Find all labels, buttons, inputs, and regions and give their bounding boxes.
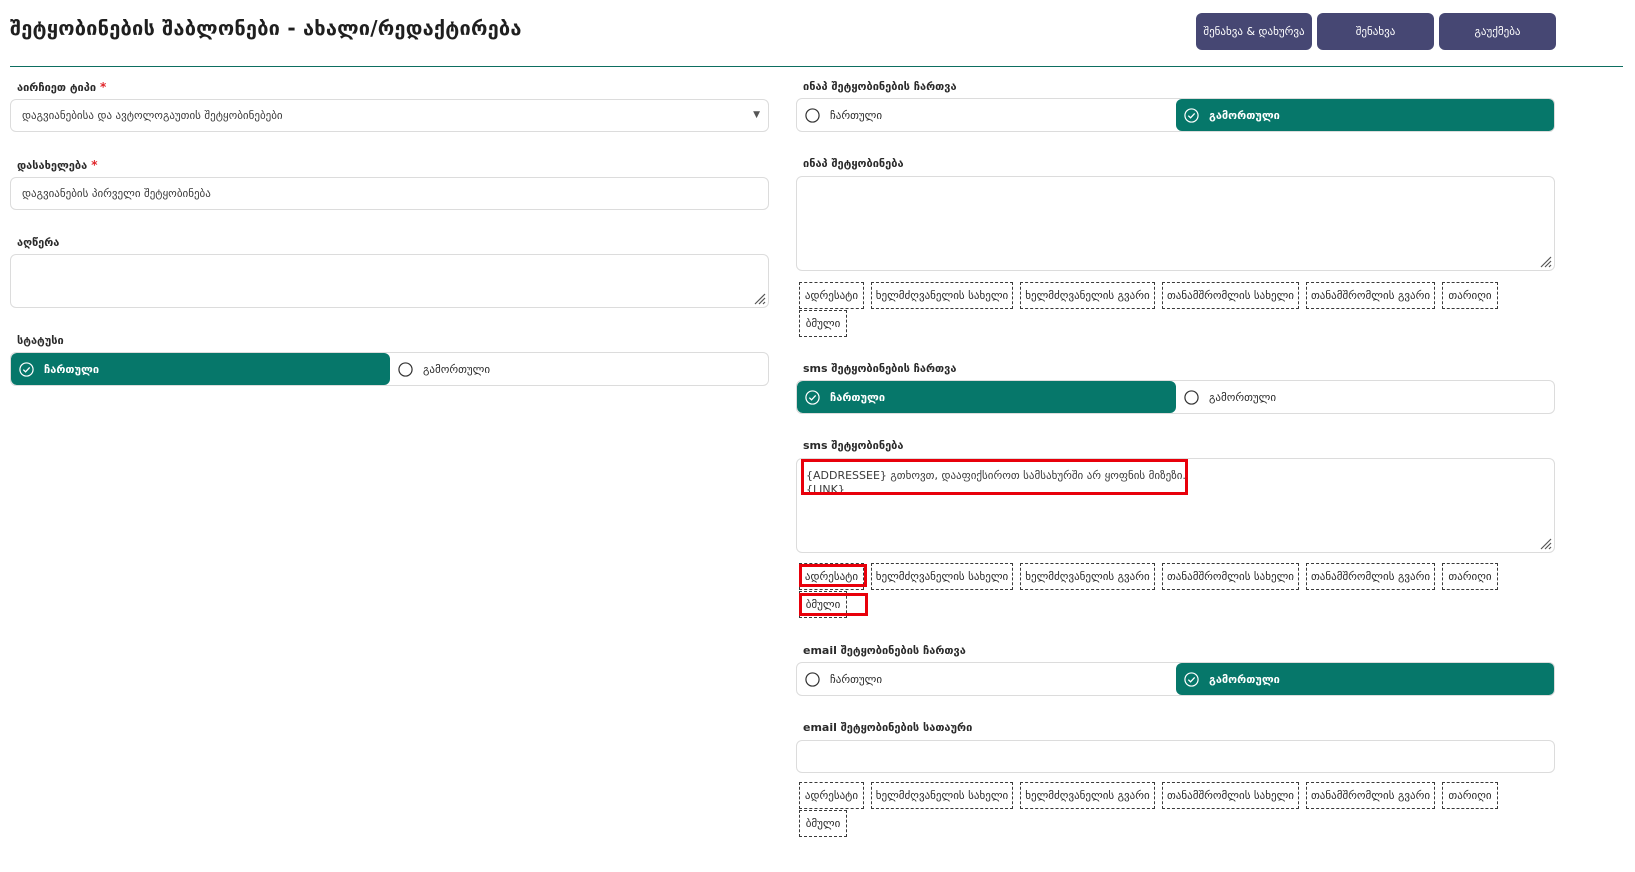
sms-off-label: გამორთული	[1209, 390, 1277, 404]
placeholder-chip-manager-name[interactable]: ხელმძღვანელის სახელი	[871, 782, 1013, 809]
radio-empty-icon	[805, 107, 820, 123]
name-label: დასახელება *	[17, 158, 97, 172]
email-subject-label: email შეტყობინების სათაური	[803, 721, 973, 734]
placeholder-chip-manager-surname[interactable]: ხელმძღვანელის გვარი	[1020, 282, 1155, 309]
name-input[interactable]: დაგვიანების პირველი შეტყობინება	[10, 177, 769, 210]
inapp-message-textarea[interactable]	[796, 176, 1555, 271]
placeholder-chip-link[interactable]: ბმული	[799, 810, 847, 837]
placeholder-chip-date[interactable]: თარიღი	[1442, 782, 1498, 809]
sms-on-option[interactable]: ჩართული	[797, 381, 1176, 413]
required-asterisk: *	[100, 80, 107, 94]
header-divider	[10, 66, 1623, 67]
status-on-option[interactable]: ჩართული	[11, 353, 390, 385]
radio-empty-icon	[398, 361, 413, 377]
inapp-off-option[interactable]: გამორთული	[1176, 99, 1554, 131]
check-circle-icon	[19, 361, 34, 377]
name-label-text: დასახელება	[17, 159, 88, 172]
email-subject-input[interactable]	[796, 740, 1555, 773]
inapp-off-label: გამორთული	[1209, 108, 1280, 122]
placeholder-chip-addressee[interactable]: ადრესატი	[799, 782, 864, 809]
placeholder-chip-addressee[interactable]: ადრესატი	[799, 282, 864, 309]
name-value: დაგვიანების პირველი შეტყობინება	[22, 187, 211, 200]
placeholder-chip-link[interactable]: ბმული	[799, 310, 847, 337]
placeholder-chip-employee-name[interactable]: თანამშრომლის სახელი	[1162, 563, 1299, 590]
sms-toggle-label: sms შეტყობინების ჩართვა	[803, 362, 957, 375]
choose-type-label-text: აირჩიეთ ტიპი	[17, 81, 97, 94]
description-textarea[interactable]	[10, 254, 769, 308]
placeholder-chip-employee-name[interactable]: თანამშრომლის სახელი	[1162, 282, 1299, 309]
required-asterisk: *	[91, 158, 98, 172]
sms-message-line1: {ADDRESSEE} გთხოვთ, დააფიქსიროთ სამსახურ…	[806, 469, 1186, 482]
status-label: სტატუსი	[17, 334, 64, 347]
email-on-option[interactable]: ჩართული	[797, 663, 1176, 695]
radio-empty-icon	[1184, 389, 1199, 405]
placeholder-chip-manager-name[interactable]: ხელმძღვანელის სახელი	[871, 563, 1013, 590]
placeholder-chip-employee-surname[interactable]: თანამშრომლის გვარი	[1306, 282, 1435, 309]
email-toggle-label: email შეტყობინების ჩართვა	[803, 644, 966, 657]
description-label: აღწერა	[17, 236, 60, 249]
status-off-label: გამორთული	[423, 362, 491, 376]
status-toggle: ჩართული გამორთული	[10, 352, 769, 386]
sms-message-label: sms შეტყობინება	[803, 439, 904, 452]
save-close-button[interactable]: შენახვა & დახურვა	[1196, 13, 1312, 50]
email-toggle: ჩართული გამორთული	[796, 662, 1555, 696]
placeholder-chip-addressee[interactable]: ადრესატი	[799, 563, 864, 590]
placeholder-chip-employee-surname[interactable]: თანამშრომლის გვარი	[1306, 782, 1435, 809]
sms-off-option[interactable]: გამორთული	[1176, 381, 1554, 413]
page-title: შეტყობინების შაბლონები - ახალი/რედაქტირე…	[10, 16, 522, 40]
choose-type-value: დაგვიანებისა და ავტოლოგაუთის შეტყობინებე…	[22, 109, 283, 122]
sms-message-line2: {LINK}	[806, 483, 845, 496]
inapp-message-label: ინაპ შეტყობინება	[803, 157, 904, 170]
check-circle-icon	[1184, 107, 1199, 123]
placeholder-chip-date[interactable]: თარიღი	[1442, 282, 1498, 309]
placeholder-chip-manager-surname[interactable]: ხელმძღვანელის გვარი	[1020, 563, 1155, 590]
status-off-option[interactable]: გამორთული	[390, 353, 768, 385]
cancel-button[interactable]: გაუქმება	[1439, 13, 1556, 50]
inapp-toggle: ჩართული გამორთული	[796, 98, 1555, 132]
inapp-on-option[interactable]: ჩართული	[797, 99, 1176, 131]
sms-toggle: ჩართული გამორთული	[796, 380, 1555, 414]
sms-on-label: ჩართული	[830, 390, 886, 404]
placeholder-chip-link[interactable]: ბმული	[799, 591, 847, 618]
radio-empty-icon	[805, 671, 820, 687]
check-circle-icon	[805, 389, 820, 405]
placeholder-chip-manager-surname[interactable]: ხელმძღვანელის გვარი	[1020, 782, 1155, 809]
email-off-label: გამორთული	[1209, 672, 1280, 686]
choose-type-label: აირჩიეთ ტიპი *	[17, 80, 106, 94]
inapp-on-label: ჩართული	[830, 108, 883, 122]
chevron-down-icon: ▼	[753, 110, 760, 120]
placeholder-chip-manager-name[interactable]: ხელმძღვანელის სახელი	[871, 282, 1013, 309]
inapp-toggle-label: ინაპ შეტყობინების ჩართვა	[803, 80, 957, 93]
sms-message-content: {ADDRESSEE} გთხოვთ, დააფიქსიროთ სამსახურ…	[806, 469, 1186, 497]
resize-handle-icon[interactable]	[752, 291, 766, 305]
placeholder-chip-employee-name[interactable]: თანამშრომლის სახელი	[1162, 782, 1299, 809]
status-on-label: ჩართული	[44, 362, 100, 376]
email-off-option[interactable]: გამორთული	[1176, 663, 1554, 695]
check-circle-icon	[1184, 671, 1199, 687]
resize-handle-icon[interactable]	[1538, 536, 1552, 550]
placeholder-chip-employee-surname[interactable]: თანამშრომლის გვარი	[1306, 563, 1435, 590]
choose-type-select[interactable]: დაგვიანებისა და ავტოლოგაუთის შეტყობინებე…	[10, 99, 769, 132]
resize-handle-icon[interactable]	[1538, 254, 1552, 268]
email-on-label: ჩართული	[830, 672, 883, 686]
placeholder-chip-date[interactable]: თარიღი	[1442, 563, 1498, 590]
save-button[interactable]: შენახვა	[1317, 13, 1434, 50]
